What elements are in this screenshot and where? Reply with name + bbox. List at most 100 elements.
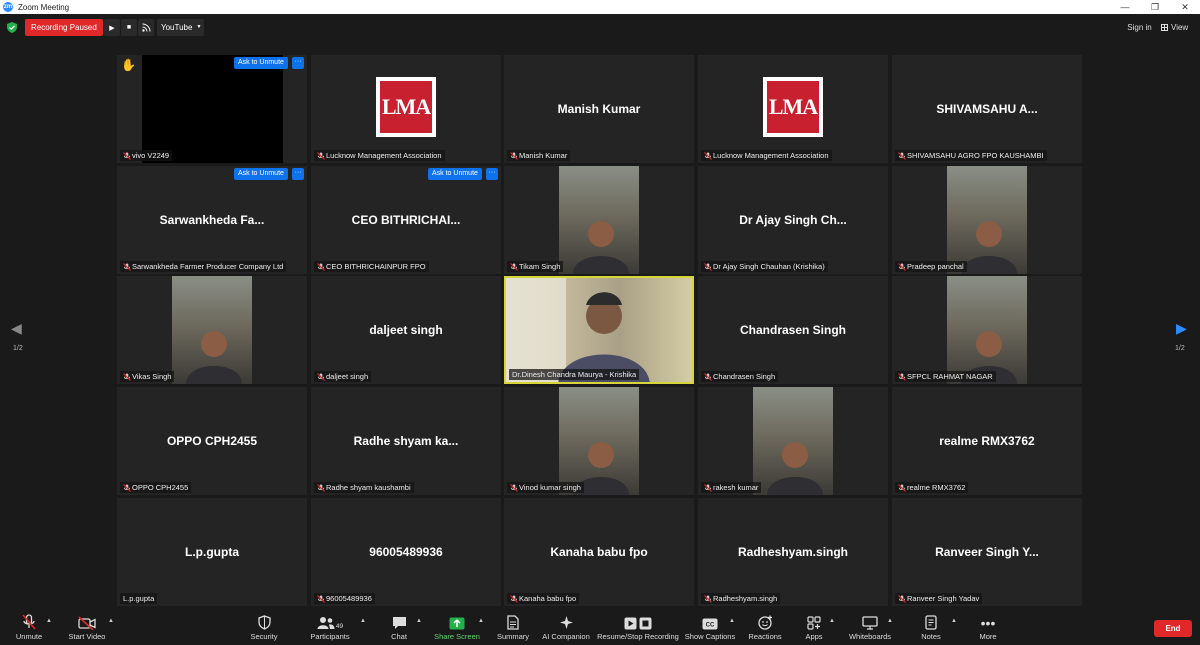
recording-paused-badge[interactable]: Recording Paused [25, 19, 103, 36]
ask-to-unmute-button[interactable]: Ask to Unmute [428, 168, 482, 180]
sign-in-button[interactable]: Sign in [1123, 19, 1156, 36]
participant-video [947, 166, 1027, 274]
participant-tile[interactable]: ✋ Ask to Unmute ··· vivo V2249 [117, 55, 307, 163]
participant-name-text: OPPO CPH2455 [132, 483, 189, 492]
ai-companion-button[interactable]: AI Companion [540, 606, 592, 645]
participant-tile[interactable]: SFPCL RAHMAT NAGAR [892, 276, 1082, 384]
share-options-chevron-icon[interactable]: ▲ [478, 618, 484, 624]
ask-to-unmute-button[interactable]: Ask to Unmute [234, 57, 288, 69]
participant-name-label: Vikas Singh [120, 371, 175, 382]
show-captions-button[interactable]: CC Show Captions [684, 606, 736, 645]
resume-stop-recording-button[interactable]: Resume/Stop Recording [596, 606, 680, 645]
participant-tile[interactable]: Kanaha babu fpo Kanaha babu fpo [504, 498, 694, 606]
participant-tile[interactable]: L.p.gupta L.p.gupta [117, 498, 307, 606]
end-meeting-button[interactable]: End [1154, 620, 1192, 637]
summary-label: Summary [496, 632, 530, 641]
security-label: Security [250, 632, 278, 641]
participant-name-text: SFPCL RAHMAT NAGAR [907, 372, 993, 381]
more-options-icon[interactable]: ··· [292, 168, 304, 180]
share-screen-button[interactable]: Share Screen [432, 606, 482, 645]
apps-button[interactable]: Apps [800, 606, 828, 645]
participant-tile[interactable]: CEO BITHRICHAI... Ask to Unmute ··· CEO BIT… [311, 166, 501, 274]
lma-logo-image: LMA [763, 77, 823, 137]
participant-name-text: Chandrasen Singh [713, 372, 776, 381]
participant-name-text: Sarwankheda Farmer Producer Company Ltd [132, 262, 284, 271]
participant-video [753, 387, 833, 495]
mic-muted-icon [898, 152, 906, 160]
close-icon[interactable]: ✕ [1170, 0, 1200, 14]
meeting-toolbar: Unmute ▲ Start Video ▲ Security 49 Parti… [0, 606, 1200, 645]
unmute-button[interactable]: Unmute [10, 606, 48, 645]
participant-tile[interactable]: LMA Lucknow Management Association [698, 55, 888, 163]
video-options-chevron-icon[interactable]: ▲ [108, 618, 114, 624]
apps-options-chevron-icon[interactable]: ▲ [829, 618, 835, 624]
mic-muted-icon [898, 373, 906, 381]
participant-tile[interactable]: Dr.Dinesh Chandra Maurya - Krishika [504, 276, 694, 384]
notes-button[interactable]: Notes [916, 606, 946, 645]
whiteboards-options-chevron-icon[interactable]: ▲ [887, 618, 893, 624]
participant-display-name: Kanaha babu fpo [550, 545, 648, 559]
ai-sparkle-icon [559, 616, 573, 629]
participant-tile[interactable]: Sarwankheda Fa... Ask to Unmute ··· Sarwank… [117, 166, 307, 274]
more-options-icon[interactable]: ··· [292, 57, 304, 69]
stop-icon[interactable]: ■ [121, 19, 137, 36]
captions-options-chevron-icon[interactable]: ▲ [729, 618, 735, 624]
maximize-icon[interactable]: ❐ [1140, 0, 1170, 14]
whiteboards-button[interactable]: Whiteboards [846, 606, 894, 645]
participant-tile[interactable]: SHIVAMSAHU A... SHIVAMSAHU AGRO FPO KAUSH… [892, 55, 1082, 163]
next-page-arrow-icon[interactable]: ▶ [1176, 320, 1187, 337]
participant-tile[interactable]: Manish Kumar Manish Kumar [504, 55, 694, 163]
mic-muted-icon [898, 595, 906, 603]
reactions-emoji-icon [757, 615, 772, 630]
security-button[interactable]: Security [244, 606, 284, 645]
notes-options-chevron-icon[interactable]: ▲ [951, 618, 957, 624]
participant-tile[interactable]: Vinod kumar singh [504, 387, 694, 495]
participant-tile[interactable]: Radheshyam.singh Radheshyam.singh [698, 498, 888, 606]
broadcast-icon[interactable] [138, 19, 154, 36]
more-options-icon[interactable]: ··· [486, 168, 498, 180]
stream-target-dropdown[interactable]: YouTube ▼ [157, 19, 204, 36]
encryption-shield-icon[interactable] [7, 22, 17, 33]
more-button[interactable]: ••• More [974, 606, 1002, 645]
participant-name-text: Lucknow Management Association [326, 151, 442, 160]
participant-name-text: Lucknow Management Association [713, 151, 829, 160]
audio-options-chevron-icon[interactable]: ▲ [46, 618, 52, 624]
apps-label: Apps [805, 632, 823, 641]
participant-name-text: daljeet singh [326, 372, 369, 381]
chat-options-chevron-icon[interactable]: ▲ [416, 618, 422, 624]
participant-tile[interactable]: Chandrasen Singh Chandrasen Singh [698, 276, 888, 384]
participant-display-name: daljeet singh [369, 323, 443, 337]
minimize-icon[interactable]: — [1110, 0, 1140, 14]
previous-page-arrow-icon[interactable]: ◀ [11, 320, 22, 337]
participant-tile[interactable]: LMA Lucknow Management Association [311, 55, 501, 163]
participant-tile[interactable]: rakesh kumar [698, 387, 888, 495]
start-video-button[interactable]: Start Video [64, 606, 110, 645]
participants-button[interactable]: 49 Participants [307, 606, 353, 645]
ai-companion-label: AI Companion [542, 632, 590, 641]
participant-tile[interactable]: daljeet singh daljeet singh [311, 276, 501, 384]
participant-tile[interactable]: Dr Ajay Singh Ch... Dr Ajay Singh Chauhan… [698, 166, 888, 274]
participant-tile[interactable]: OPPO CPH2455 OPPO CPH2455 [117, 387, 307, 495]
participant-tile[interactable]: Radhe shyam ka... Radhe shyam kaushambi [311, 387, 501, 495]
participant-tile[interactable]: Pradeep panchal [892, 166, 1082, 274]
participant-tile[interactable]: 96005489936 96005489936 [311, 498, 501, 606]
participant-name-text: Radheshyam.singh [713, 594, 778, 603]
participant-name-label: Tikam Singh [507, 261, 564, 272]
reactions-button[interactable]: Reactions [746, 606, 784, 645]
view-button[interactable]: View [1161, 19, 1194, 36]
participant-tile[interactable]: realme RMX3762 realme RMX3762 [892, 387, 1082, 495]
participant-tile[interactable]: Ranveer Singh Y... Ranveer Singh Yadav [892, 498, 1082, 606]
participant-video [172, 276, 252, 384]
mic-muted-icon [317, 484, 325, 492]
window-titlebar: zm Zoom Meeting — ❐ ✕ [0, 0, 1200, 14]
participant-tile[interactable]: Vikas Singh [117, 276, 307, 384]
summary-button[interactable]: Summary [494, 606, 532, 645]
participants-options-chevron-icon[interactable]: ▲ [360, 618, 366, 624]
play-icon[interactable]: ▶ [104, 19, 120, 36]
participant-display-name: Ranveer Singh Y... [935, 545, 1039, 559]
ask-to-unmute-button[interactable]: Ask to Unmute [234, 168, 288, 180]
participant-tile[interactable]: Tikam Singh [504, 166, 694, 274]
grid-view-icon [1161, 24, 1168, 31]
chat-button[interactable]: Chat [384, 606, 414, 645]
video-off-icon [78, 616, 96, 630]
